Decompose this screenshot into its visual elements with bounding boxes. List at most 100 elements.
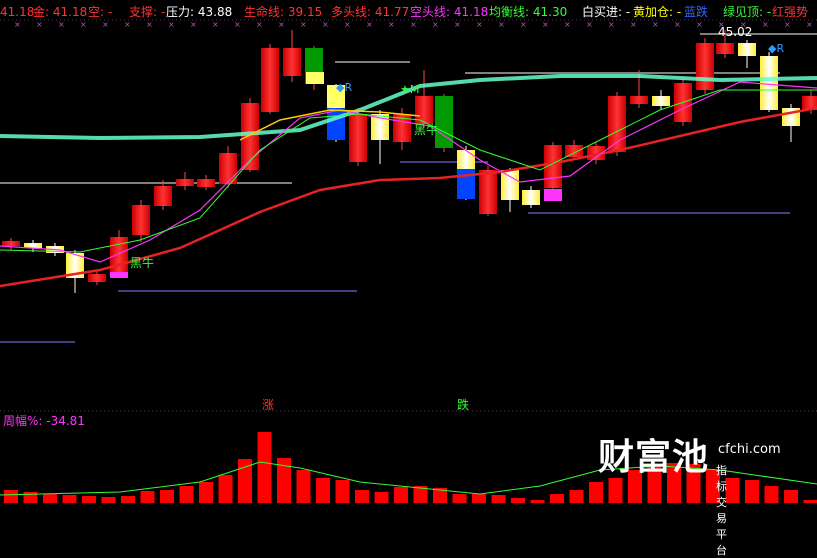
lower-panel-title: 周幅%: -34.81: [3, 414, 85, 428]
histogram-bar: [394, 487, 408, 503]
tick-mark: ×: [630, 20, 637, 29]
fall-label: 跌: [457, 398, 469, 412]
signal-block: [457, 169, 475, 199]
header-item-4: 压力: 43.88: [166, 4, 232, 20]
tick-mark: ×: [36, 20, 43, 29]
candle-body: [261, 48, 279, 112]
histogram-bar: [375, 492, 389, 503]
candle-body: [88, 274, 106, 282]
histogram-bar: [570, 490, 584, 503]
logo-site: cfchi.com: [718, 442, 781, 457]
histogram-bar: [472, 494, 486, 503]
candle-body: [2, 241, 20, 246]
histogram-bar: [258, 432, 272, 503]
peak-price-label: 45.02: [718, 25, 752, 39]
histogram-bar: [511, 498, 525, 503]
tick-mark: ×: [102, 20, 109, 29]
histogram-bar: [199, 482, 213, 503]
candle-body: [630, 96, 648, 104]
histogram-bar: [160, 490, 174, 503]
header-item-0: 41.18: [0, 4, 34, 20]
histogram-bar: [102, 497, 116, 503]
histogram-bar: [609, 478, 623, 503]
candle-body: [154, 186, 172, 206]
tick-mark: ×: [674, 20, 681, 29]
histogram-bar: [316, 478, 330, 503]
tick-mark: ×: [190, 20, 197, 29]
histogram-bar: [219, 475, 233, 503]
tick-mark: ×: [608, 20, 615, 29]
header-item-3: 支撑: -: [129, 4, 165, 20]
candle-body: [132, 205, 150, 235]
tick-mark: ×: [520, 20, 527, 29]
histogram-bar: [453, 494, 467, 503]
histogram-bar: [63, 495, 77, 503]
header-item-2: 空: -: [88, 4, 112, 20]
header-item-1: 金: 41.18: [33, 4, 87, 20]
candle-body: [760, 56, 778, 110]
tick-mark: ×: [344, 20, 351, 29]
tick-mark: ×: [146, 20, 153, 29]
tick-mark: ×: [388, 20, 395, 29]
tick-mark: ×: [696, 20, 703, 29]
header-item-12: 绿见顶: -: [723, 4, 771, 20]
histogram-bar: [745, 480, 759, 503]
candle-body: [176, 179, 194, 186]
short-line: [0, 82, 817, 262]
watermark-logo: 财富池 cfchi.com 指标交易平台: [598, 438, 709, 478]
histogram-bar: [784, 490, 798, 503]
tick-mark: ×: [278, 20, 285, 29]
tick-mark: ×: [498, 20, 505, 29]
m-marker: ★M: [400, 84, 419, 96]
tick-mark: ×: [432, 20, 439, 29]
tick-mark: ×: [652, 20, 659, 29]
histogram-bar: [82, 496, 96, 503]
candle-body: [479, 170, 497, 214]
candle-body: [522, 190, 540, 205]
tick-mark: ×: [542, 20, 549, 29]
histogram-bar: [726, 478, 740, 503]
histogram-bar: [180, 486, 194, 503]
tick-mark: ×: [762, 20, 769, 29]
tick-mark: ×: [476, 20, 483, 29]
logo-tagline: 指标交易平台: [716, 462, 727, 558]
black-bull-label-1: 黑牛: [130, 256, 154, 270]
histogram-bar: [589, 482, 603, 503]
candle-body: [349, 114, 367, 162]
candle-body: [501, 170, 519, 200]
histogram-bar: [765, 486, 779, 503]
header-item-10: 黄加仓: -: [633, 4, 681, 20]
tick-mark: ×: [806, 20, 813, 29]
tick-mark: ×: [124, 20, 131, 29]
tick-mark: ×: [14, 20, 21, 29]
r-marker-2: ◆R: [768, 43, 784, 55]
header-item-7: 空头线: 41.18: [410, 4, 488, 20]
tick-mark: ×: [586, 20, 593, 29]
candle-body: [738, 43, 756, 56]
tick-mark: ×: [58, 20, 65, 29]
candle-body: [652, 96, 670, 106]
tick-mark: ×: [212, 20, 219, 29]
histogram-bar: [804, 500, 817, 503]
tick-mark: ×: [80, 20, 87, 29]
header-item-11: 蓝跌: [684, 4, 708, 20]
tick-mark: ×: [300, 20, 307, 29]
candle-body: [565, 145, 583, 157]
tick-mark: ×: [322, 20, 329, 29]
histogram-bar: [531, 500, 545, 503]
candle-body: [716, 43, 734, 54]
histogram-bar: [4, 490, 18, 503]
histogram-bar: [336, 480, 350, 503]
header-item-8: 均衡线: 41.30: [489, 4, 567, 20]
histogram-bar: [297, 470, 311, 503]
rise-label: 涨: [262, 398, 274, 412]
signal-block: [327, 108, 345, 140]
tick-mark: ×: [564, 20, 571, 29]
black-bull-label-2: 黑牛: [414, 123, 438, 137]
signal-block: [110, 272, 128, 278]
tick-mark: ×: [784, 20, 791, 29]
histogram-bar: [355, 490, 369, 503]
signal-block: [306, 72, 324, 84]
candle-body: [696, 43, 714, 90]
histogram-bar: [141, 491, 155, 503]
